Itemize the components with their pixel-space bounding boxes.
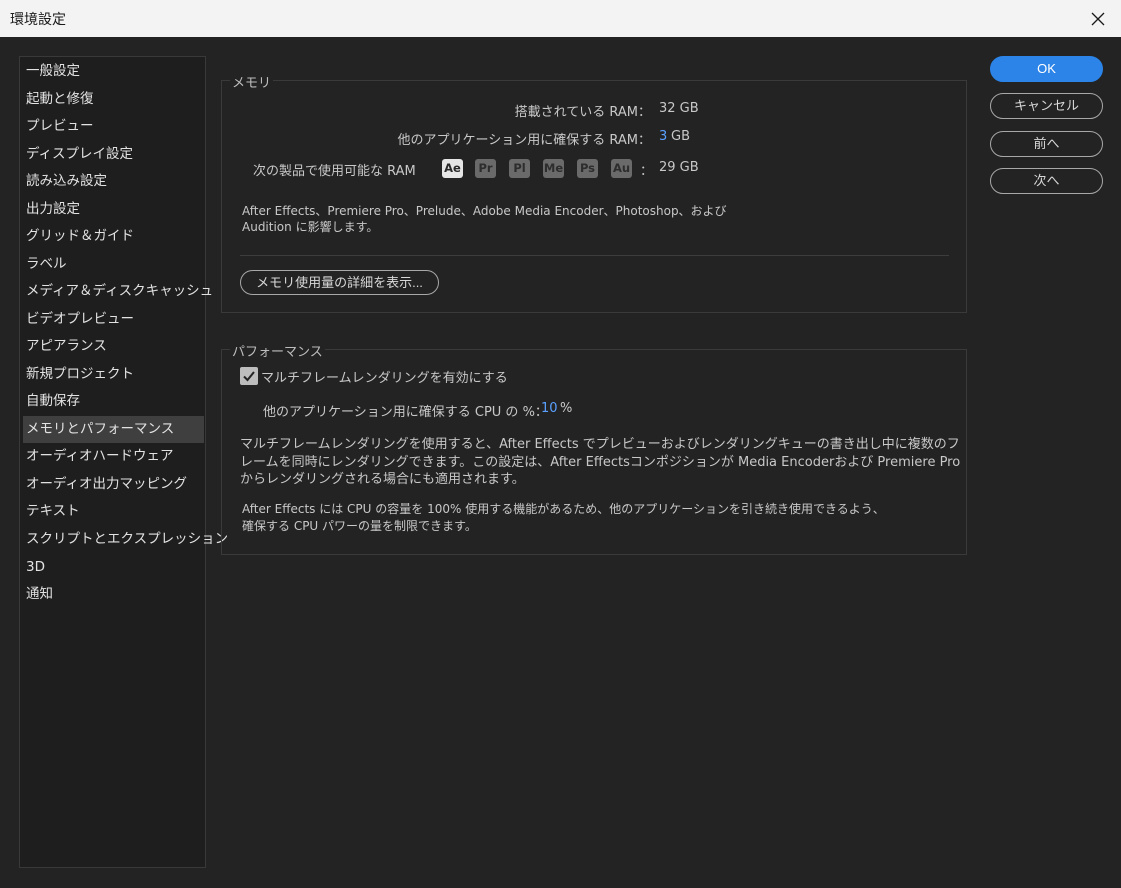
sidebar-item[interactable]: オーディオ出力マッピング [23,471,204,498]
product-ae-icon: Ae [442,159,463,178]
memory-group-label: メモリ [230,72,274,91]
product-pr-icon: Pr [475,159,496,178]
sidebar-item[interactable]: ディスプレイ設定 [23,141,204,168]
sidebar-item[interactable]: ビデオプレビュー [23,306,204,333]
cpu-reserve-value[interactable]: 10 [541,401,558,416]
available-ram-value: 29 GB [659,160,699,175]
sidebar-item[interactable]: メディア＆ディスクキャッシュ [23,278,213,305]
sidebar-item[interactable]: 3D [23,554,204,581]
sidebar-item[interactable]: グリッド＆ガイド [23,223,204,250]
ok-button[interactable]: OK [990,56,1103,82]
sidebar-item[interactable]: 読み込み設定 [23,168,204,195]
category-list: 一般設定 起動と修復 プレビュー ディスプレイ設定 読み込み設定 出力設定 グリッド＆ガイド… [19,56,228,868]
cpu-description-line2: 確保する CPU パワーの量を制限できます。 [242,519,477,533]
sidebar-item[interactable]: オーディオハードウェア [23,443,204,470]
memory-description-line2: Audition に影響します。 [242,220,379,234]
cpu-reserve-unit: % [560,401,573,416]
mfr-checkbox-label[interactable]: マルチフレームレンダリングを有効にする [261,367,508,386]
window-title: 環境設定 [10,12,66,28]
memory-details-button[interactable]: メモリ使用量の詳細を表示... [240,270,439,295]
memory-description-line1: After Effects、Premiere Pro、Prelude、Adobe… [242,204,727,218]
sidebar-item[interactable]: 新規プロジェクト [23,361,204,388]
sidebar-item[interactable]: テキスト [23,498,204,525]
reserved-ram-label: 他のアプリケーション用に確保する RAM： [397,133,652,148]
installed-ram-label: 搭載されている RAM： [514,105,651,120]
reserved-ram-value[interactable]: 3 [659,129,667,144]
next-button[interactable]: 次へ [990,168,1103,194]
memory-divider [240,255,949,256]
available-ram-label: 次の製品で使用可能な RAM [253,164,416,179]
sidebar-item[interactable]: 自動保存 [23,388,204,415]
reserved-ram-unit: GB [671,129,690,144]
sidebar-item[interactable]: 一般設定 [23,58,204,85]
sidebar-item[interactable]: メモリとパフォーマンス [23,416,204,443]
close-icon[interactable] [1075,0,1121,37]
mfr-checkbox[interactable] [240,367,258,385]
cpu-reserve-label: 他のアプリケーション用に確保する CPU の %： [263,405,548,420]
performance-group-label: パフォーマンス [230,341,325,360]
mfr-description-line1: マルチフレームレンダリングを使用すると、After Effects でプレビュー… [240,437,960,452]
sidebar-item[interactable]: ラベル [23,251,204,278]
sidebar-item[interactable]: 起動と修復 [23,86,204,113]
product-me-icon: Me [543,159,564,178]
sidebar-item[interactable]: 通知 [23,581,204,608]
installed-ram-value: 32 GB [659,101,699,116]
product-pl-icon: Pl [509,159,530,178]
sidebar-item[interactable]: アピアランス [23,333,204,360]
sidebar-item[interactable]: プレビュー [23,113,204,140]
cpu-description-line1: After Effects には CPU の容量を 100% 使用する機能がある… [242,502,885,516]
product-au-icon: Au [611,159,632,178]
title-bar: 環境設定 [0,0,1121,37]
previous-button[interactable]: 前へ [990,131,1103,157]
available-ram-colon: ： [640,164,654,179]
sidebar-item[interactable]: スクリプトとエクスプレッション [23,526,228,553]
mfr-description-line3: からレンダリングされる場合にも適用されます。 [240,472,525,487]
sidebar-item[interactable]: 出力設定 [23,196,204,223]
checkmark-icon [243,371,255,382]
product-ps-icon: Ps [577,159,598,178]
cancel-button[interactable]: キャンセル [990,93,1103,119]
